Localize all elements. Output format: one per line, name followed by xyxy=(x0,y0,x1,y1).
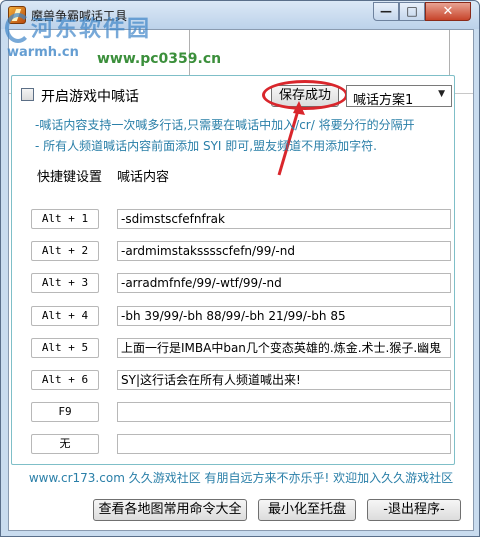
minimize-to-tray-button[interactable]: 最小化至托盘 xyxy=(258,499,356,521)
footer-link[interactable]: www.cr173.com 久久游戏社区 有朋自远方来不亦乐乎! 欢迎加入久久游… xyxy=(1,469,480,486)
watermark-logo: 河东软件园 xyxy=(31,17,152,42)
content-column-header: 喊话内容 xyxy=(117,170,170,185)
message-input[interactable] xyxy=(117,434,451,454)
message-input[interactable]: -arradmfnfe/99/-wtf/99/-nd xyxy=(117,273,451,293)
close-button[interactable]: ✕ xyxy=(425,2,471,21)
hotkey-field[interactable]: Alt + 2 xyxy=(31,241,99,261)
close-icon: ✕ xyxy=(442,4,454,19)
hotkey-field[interactable]: Alt + 5 xyxy=(31,338,99,358)
chevron-down-icon: ▼ xyxy=(438,89,445,99)
hint-multiline: -喊话内容支持一次喊多行话,只需要在喊话中加入/cr/ 将要分行的分隔开 xyxy=(35,118,415,132)
hint-all-channel: - 所有人频道喊话内容前面添加 SYI 即可,盟友频道不用添加字符. xyxy=(35,139,377,153)
hotkey-column-header: 快捷键设置 xyxy=(37,170,103,185)
maximize-button[interactable]: □ xyxy=(399,2,425,21)
message-input[interactable]: 上面一行是IMBA中ban几个变态英雄的.炼金.术士.猴子.幽鬼 xyxy=(117,338,451,358)
watermark-swirl-icon xyxy=(5,13,31,43)
enable-shout-checkbox[interactable] xyxy=(21,88,34,101)
enable-shout-label[interactable]: 开启游戏中喊话 xyxy=(41,86,139,106)
exit-button[interactable]: -退出程序- xyxy=(367,499,461,521)
minimize-button[interactable]: — xyxy=(373,2,399,21)
message-input[interactable]: -sdimstscfefnfrak xyxy=(117,209,451,229)
message-input[interactable] xyxy=(117,402,451,422)
maximize-icon: □ xyxy=(406,4,418,18)
message-input[interactable]: SY|这行话会在所有人频道喊出来! xyxy=(117,370,451,390)
watermark-url: www.pc0359.cn xyxy=(97,51,222,67)
message-input[interactable]: -ardmimstaksssscfefn/99/-nd xyxy=(117,241,451,261)
message-input[interactable]: -bh 39/99/-bh 88/99/-bh 21/99/-bh 85 xyxy=(117,306,451,326)
hotkey-field[interactable]: F9 xyxy=(31,402,99,422)
hotkey-field[interactable]: Alt + 1 xyxy=(31,209,99,229)
app-window: 魔兽争霸喊话工具 — □ ✕ 河东软件园 warmh.cn www.pc0359… xyxy=(0,0,480,537)
watermark-sub: warmh.cn xyxy=(7,45,79,60)
hotkey-field[interactable]: Alt + 4 xyxy=(31,306,99,326)
scheme-select[interactable]: 喊话方案1 ▼ xyxy=(346,85,452,108)
hotkey-field[interactable]: 无 xyxy=(31,434,99,454)
hotkey-field[interactable]: Alt + 6 xyxy=(31,370,99,390)
scheme-select-value: 喊话方案1 xyxy=(353,93,414,108)
hotkey-field[interactable]: Alt + 3 xyxy=(31,273,99,293)
map-commands-button[interactable]: 查看各地图常用命令大全 xyxy=(93,499,247,521)
minimize-icon: — xyxy=(380,4,392,18)
